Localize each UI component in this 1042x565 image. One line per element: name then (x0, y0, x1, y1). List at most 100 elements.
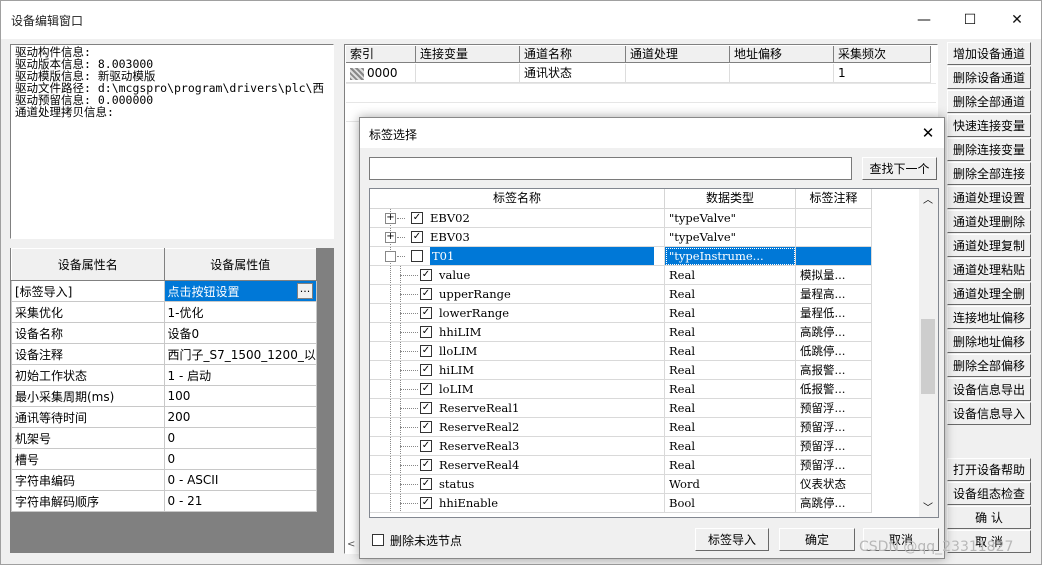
side-action-button[interactable]: 快速连接变量 (947, 114, 1031, 137)
side-action-button[interactable]: 删除全部通道 (947, 90, 1031, 113)
data-type-cell[interactable]: "typeValve" (665, 228, 796, 247)
channel-grid-cell[interactable]: 0000 (346, 64, 416, 83)
tag-name-cell[interactable]: ✓ loLIM (370, 380, 665, 399)
data-type-cell[interactable]: Real (665, 361, 796, 380)
channel-grid-cell[interactable] (730, 64, 834, 83)
table-row[interactable]: 最小采集周期(ms) 100 (11, 385, 317, 407)
prop-value-cell[interactable]: 100 (163, 385, 317, 407)
tag-checkbox[interactable]: ✓ (420, 497, 432, 509)
table-row[interactable]: 设备注释西门子_S7_1500_1200_以太网 (11, 343, 317, 365)
table-row[interactable]: 字符串解码顺序 0 - 21 (11, 490, 317, 512)
tree-row[interactable]: ✓ ReserveReal2 Real 预留浮... (370, 418, 872, 437)
tag-import-button[interactable]: 标签导入 (695, 528, 769, 551)
prop-value-cell[interactable]: 0 (163, 427, 317, 449)
side-action-button[interactable]: 打开设备帮助 (947, 458, 1031, 481)
side-action-button[interactable]: 删除全部连接 (947, 162, 1031, 185)
prop-value-cell[interactable]: 0 - 21 (163, 490, 317, 512)
tree-row[interactable]: + ✓ EBV03 "typeValve" (370, 228, 872, 247)
tag-tree[interactable]: 标签名称 数据类型 标签注释 + ✓ EBV02 "typeValve" + ✓ EBV03… (369, 188, 939, 518)
tag-checkbox[interactable]: ✓ (420, 421, 432, 433)
tag-search-input[interactable] (369, 157, 852, 180)
tag-checkbox[interactable]: ✓ (420, 326, 432, 338)
tag-note-cell[interactable]: 高跳停... (796, 323, 872, 342)
table-row[interactable]: [标签导入] 点击按钮设置... (11, 280, 317, 302)
tag-checkbox[interactable]: ✓ (420, 459, 432, 471)
tag-checkbox[interactable]: ✓ (411, 212, 423, 224)
data-type-cell[interactable]: Real (665, 456, 796, 475)
channel-grid-cell[interactable] (416, 64, 520, 83)
side-action-button[interactable]: 增加设备通道 (947, 42, 1031, 65)
tag-checkbox[interactable]: ✓ (420, 478, 432, 490)
expand-icon[interactable]: + (385, 213, 396, 224)
dialog-close-icon[interactable]: ✕ (916, 121, 940, 145)
tag-note-cell[interactable]: 低跳停... (796, 342, 872, 361)
channel-grid-col-header[interactable]: 地址偏移 (730, 46, 834, 63)
tag-name-cell[interactable]: ✓ ReserveReal3 (370, 437, 665, 456)
scroll-down-arrow-icon[interactable]: ﹀ (923, 499, 933, 514)
table-row[interactable]: 采集优化 1-优化 (11, 301, 317, 323)
data-type-cell[interactable]: Real (665, 380, 796, 399)
tag-name-cell[interactable]: ✓ status (370, 475, 665, 494)
tag-name-cell[interactable]: − ✓ T01 (370, 247, 665, 266)
side-action-button[interactable]: 设备信息导入 (947, 402, 1031, 425)
prop-value-cell[interactable]: 西门子_S7_1500_1200_以太网 (163, 343, 317, 365)
channel-grid-cell[interactable]: 通讯状态 (520, 64, 626, 83)
tag-note-cell[interactable] (796, 247, 872, 266)
tag-checkbox[interactable]: ✓ (411, 231, 423, 243)
tag-checkbox[interactable]: ✓ (420, 364, 432, 376)
tag-name-cell[interactable]: ✓ value (370, 266, 665, 285)
prop-value-cell[interactable]: 1-优化 (163, 301, 317, 323)
data-type-cell[interactable]: "typeInstrume... (665, 247, 796, 266)
tag-checkbox[interactable]: ✓ (420, 440, 432, 452)
side-action-button[interactable]: 确 认 (947, 506, 1031, 529)
side-action-button[interactable]: 通道处理粘贴 (947, 258, 1031, 281)
tag-note-cell[interactable]: 量程高... (796, 285, 872, 304)
tree-row[interactable]: ✓ hhiEnable Bool 高跳停... (370, 494, 872, 513)
side-action-button[interactable]: 删除设备通道 (947, 66, 1031, 89)
side-action-button[interactable]: 删除全部偏移 (947, 354, 1031, 377)
prop-value-cell[interactable]: 设备0 (163, 322, 317, 344)
tree-row[interactable]: ✓ status Word 仪表状态 (370, 475, 872, 494)
table-row[interactable]: 字符串编码 0 - ASCII (11, 469, 317, 491)
driver-info-panel[interactable]: 驱动构件信息: 驱动版本信息: 8.003000 驱动模版信息: 新驱动模版 驱动文件… (10, 44, 334, 280)
prop-value-cell[interactable]: 1 - 启动 (163, 364, 317, 386)
tag-tree-vertical-scrollbar[interactable]: ︿ ﹀ (919, 189, 938, 517)
tag-name-cell[interactable]: ✓ hhiLIM (370, 323, 665, 342)
tag-name-cell[interactable]: ✓ lowerRange (370, 304, 665, 323)
tree-row[interactable]: ✓ ReserveReal1 Real 预留浮... (370, 399, 872, 418)
channel-grid-col-header[interactable]: 连接变量 (416, 46, 520, 63)
maximize-button[interactable]: ☐ (947, 1, 993, 39)
side-action-button[interactable]: 删除连接变量 (947, 138, 1031, 161)
channel-grid-cell[interactable]: 1 (834, 64, 931, 83)
tag-note-cell[interactable]: 低报警... (796, 380, 872, 399)
tag-checkbox[interactable]: ✓ (420, 307, 432, 319)
tree-row[interactable]: ✓ loLIM Real 低报警... (370, 380, 872, 399)
tag-name-cell[interactable]: ✓ ReserveReal2 (370, 418, 665, 437)
tag-note-cell[interactable]: 高报警... (796, 361, 872, 380)
tag-note-cell[interactable]: 仪表状态 (796, 475, 872, 494)
prop-value-cell[interactable]: 200 (163, 406, 317, 428)
data-type-cell[interactable]: Real (665, 399, 796, 418)
tree-row[interactable]: ✓ hiLIM Real 高报警... (370, 361, 872, 380)
table-row[interactable]: 0000 通讯状态 1 (346, 64, 931, 83)
tag-note-cell[interactable]: 量程低... (796, 304, 872, 323)
tag-name-cell[interactable]: ✓ hhiEnable (370, 494, 665, 513)
side-action-button[interactable]: 通道处理设置 (947, 186, 1031, 209)
data-type-cell[interactable]: Real (665, 437, 796, 456)
tag-name-cell[interactable]: ✓ lloLIM (370, 342, 665, 361)
data-type-cell[interactable]: Real (665, 418, 796, 437)
tag-name-cell[interactable]: + ✓ EBV02 (370, 209, 665, 228)
scroll-up-arrow-icon[interactable]: ︿ (923, 191, 933, 206)
tree-row[interactable]: − ✓ T01 "typeInstrume... (370, 247, 872, 266)
table-row[interactable]: 设备名称 设备0 (11, 322, 317, 344)
prop-value-cell[interactable]: 0 (163, 448, 317, 470)
side-action-button[interactable]: 删除地址偏移 (947, 330, 1031, 353)
collapse-icon[interactable]: − (385, 251, 396, 262)
data-type-cell[interactable]: "typeValve" (665, 209, 796, 228)
side-action-button[interactable]: 设备信息导出 (947, 378, 1031, 401)
side-action-button[interactable]: 通道处理复制 (947, 234, 1031, 257)
tag-note-cell[interactable]: 模拟量... (796, 266, 872, 285)
tag-note-header[interactable]: 标签注释 (796, 189, 872, 209)
tree-row[interactable]: ✓ ReserveReal3 Real 预留浮... (370, 437, 872, 456)
tag-note-cell[interactable]: 预留浮... (796, 399, 872, 418)
